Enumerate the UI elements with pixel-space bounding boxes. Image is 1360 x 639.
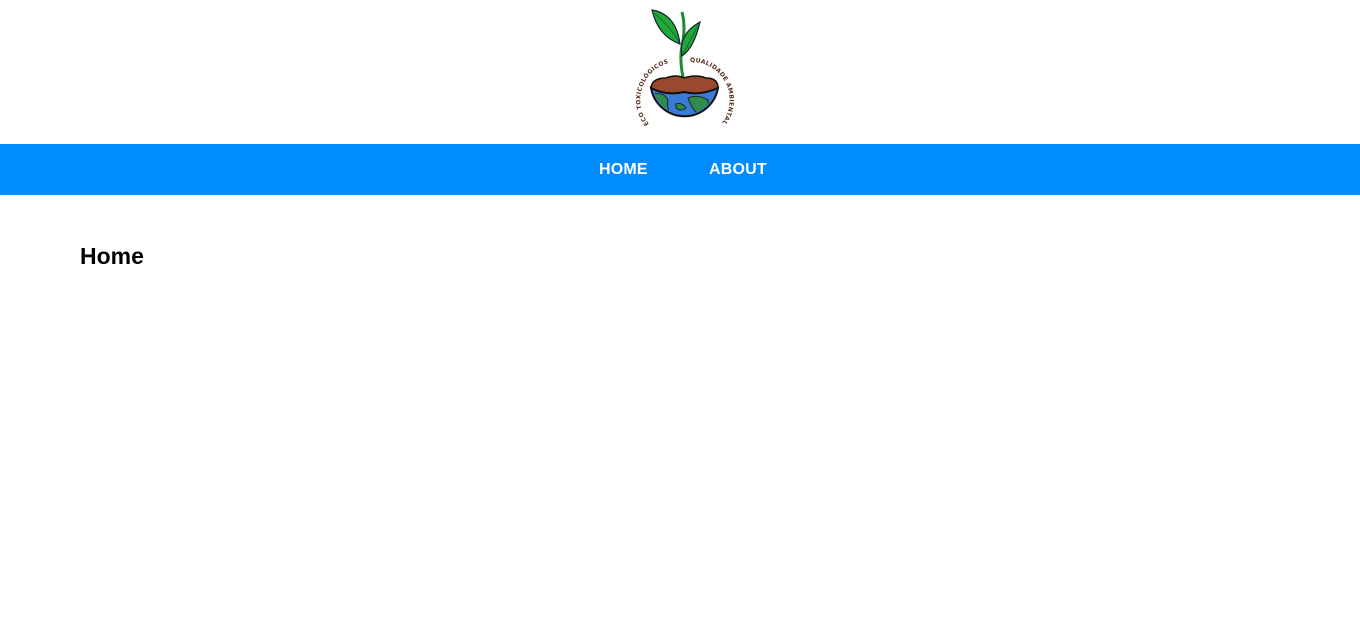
eco-toxicologicos-logo[interactable]: ECO TOXICOLÓGICOS QUALIDADE AMBIENTAL [636,8,736,132]
nav-link-about[interactable]: ABOUT [709,144,767,195]
site-header: ECO TOXICOLÓGICOS QUALIDADE AMBIENTAL [0,0,1360,144]
page-title: Home [80,243,144,269]
nav-link-home[interactable]: HOME [599,144,648,195]
main-navigation: HOME ABOUT [0,144,1360,195]
